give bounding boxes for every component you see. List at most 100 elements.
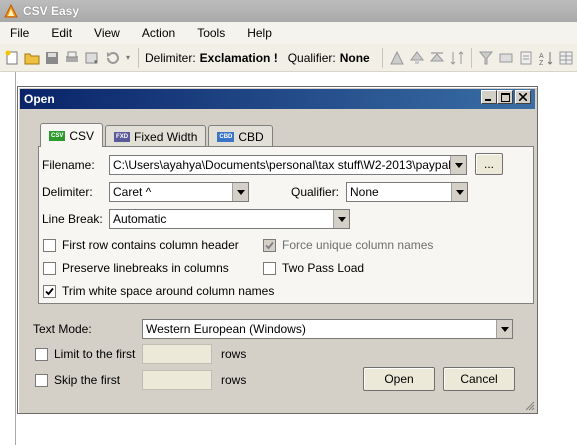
- qualifier-label: Qualifier:: [291, 185, 340, 199]
- limit-rows-checkbox[interactable]: Limit to the first: [35, 347, 135, 361]
- checkbox-box[interactable]: [43, 284, 56, 298]
- format-tabs: CSV CSV FXD Fixed Width CBD CBD: [40, 123, 275, 147]
- maximize-button[interactable]: [497, 90, 513, 104]
- warning-icon[interactable]: [389, 50, 405, 66]
- skip-rows-input: [142, 370, 212, 390]
- menu-tools[interactable]: Tools: [197, 26, 225, 40]
- save-icon[interactable]: [44, 50, 60, 66]
- browse-button-label: ...: [483, 157, 494, 171]
- two-pass-load-checkbox[interactable]: Two Pass Load: [263, 261, 364, 275]
- close-button[interactable]: [515, 90, 531, 104]
- toolbar-qualifier-label: Qualifier:: [287, 50, 336, 65]
- line-break-combo[interactable]: Automatic: [109, 209, 350, 229]
- trim-whitespace-checkbox[interactable]: Trim white space around column names: [43, 284, 274, 298]
- text-mode-combo[interactable]: Western European (Windows): [142, 319, 513, 339]
- column-width-icon[interactable]: [498, 50, 514, 66]
- limit-rows-input: [142, 344, 212, 364]
- fixed-width-icon: FXD: [114, 131, 131, 142]
- line-break-value: Automatic: [113, 212, 167, 226]
- tab-csv[interactable]: CSV CSV: [40, 123, 104, 147]
- menu-edit[interactable]: Edit: [51, 26, 72, 40]
- cbd-icon: CBD: [217, 131, 235, 142]
- checkbox-box[interactable]: [35, 373, 48, 387]
- tab-csv-label: CSV: [69, 128, 95, 143]
- force-unique-checkbox: Force unique column names: [263, 238, 433, 252]
- preserve-linebreaks-checkbox[interactable]: Preserve linebreaks in columns: [43, 261, 229, 275]
- delimiter-combo[interactable]: Caret ^: [109, 182, 249, 202]
- svg-text:▾: ▾: [94, 59, 98, 66]
- chevron-down-icon[interactable]: [232, 183, 248, 201]
- toolbar: ▾ ▾ Delimiter: Exclamation ! Qualifier: …: [0, 44, 577, 72]
- csv-options-panel: Filename: C:\Users\ayahya\Documents\pers…: [38, 146, 534, 304]
- undo-icon[interactable]: [104, 50, 120, 66]
- dialog-title-bar[interactable]: Open: [20, 89, 535, 109]
- resize-grip-icon[interactable]: [523, 399, 535, 411]
- print-preview-icon[interactable]: ▾: [84, 50, 100, 66]
- app-title: CSV Easy: [23, 4, 80, 18]
- dropdown-arrow-icon[interactable]: ▾: [124, 50, 132, 66]
- chevron-down-icon[interactable]: [450, 156, 466, 174]
- skip-rows-label: Skip the first: [54, 373, 121, 387]
- toolbar-separator: [138, 47, 139, 68]
- filename-value: C:\Users\ayahya\Documents\personal\tax s…: [113, 158, 450, 172]
- minimize-icon: [485, 99, 491, 101]
- cancel-button[interactable]: Cancel: [443, 367, 515, 391]
- open-dialog: Open CSV CSV FXD Fixed Width CBD CBD Fil…: [17, 86, 538, 414]
- chevron-down-icon[interactable]: [451, 183, 467, 201]
- toolbar-separator: [381, 47, 383, 68]
- app-workspace-edge: [0, 72, 16, 445]
- browse-button[interactable]: ...: [475, 153, 503, 175]
- menu-bar: File Edit View Action Tools Help: [0, 22, 577, 44]
- minimize-button[interactable]: [481, 90, 497, 104]
- checkbox-box[interactable]: [43, 238, 56, 252]
- line-break-label: Line Break:: [42, 212, 103, 226]
- csv-icon: CSV: [49, 130, 66, 141]
- text-mode-label: Text Mode:: [33, 322, 92, 336]
- chevron-down-icon[interactable]: [333, 210, 349, 228]
- maximize-icon: [500, 92, 510, 102]
- tab-cbd-label: CBD: [238, 129, 264, 144]
- preserve-linebreaks-label: Preserve linebreaks in columns: [62, 261, 229, 275]
- tab-fixed-width-label: Fixed Width: [134, 129, 198, 144]
- checkbox-box[interactable]: [43, 261, 56, 275]
- sort-az-icon[interactable]: AZ: [538, 50, 554, 66]
- toolbar-delimiter-label: Delimiter:: [145, 50, 196, 65]
- tab-cbd[interactable]: CBD CBD: [208, 125, 273, 147]
- menu-help[interactable]: Help: [247, 26, 272, 40]
- tab-fixed-width[interactable]: FXD Fixed Width: [105, 125, 207, 147]
- skip-rows-checkbox[interactable]: Skip the first: [35, 373, 120, 387]
- force-unique-label: Force unique column names: [282, 238, 434, 252]
- move-top-icon[interactable]: [429, 50, 445, 66]
- filename-combo[interactable]: C:\Users\ayahya\Documents\personal\tax s…: [109, 155, 467, 175]
- filter-icon[interactable]: [478, 50, 494, 66]
- delimiter-label: Delimiter:: [42, 185, 93, 199]
- csv-easy-logo-icon: [4, 4, 18, 18]
- checkbox-box[interactable]: [263, 261, 276, 275]
- app-title-bar: CSV Easy: [0, 0, 577, 22]
- print-icon[interactable]: [64, 50, 80, 66]
- toolbar-qualifier-value[interactable]: None: [340, 51, 370, 65]
- menu-action[interactable]: Action: [142, 26, 175, 40]
- grid-icon[interactable]: [558, 50, 574, 66]
- chevron-down-icon[interactable]: [496, 320, 512, 338]
- checkbox-box[interactable]: [35, 347, 48, 361]
- dialog-title: Open: [24, 92, 55, 106]
- menu-view[interactable]: View: [94, 26, 120, 40]
- first-row-header-label: First row contains column header: [62, 238, 239, 252]
- qualifier-combo[interactable]: None: [346, 182, 468, 202]
- sort-icon[interactable]: [449, 50, 465, 66]
- toolbar-delimiter-value[interactable]: Exclamation !: [200, 51, 278, 65]
- menu-file[interactable]: File: [10, 26, 29, 40]
- open-button-label: Open: [384, 372, 414, 386]
- checkmark-icon: [265, 241, 274, 249]
- first-row-header-checkbox[interactable]: First row contains column header: [43, 238, 239, 252]
- open-button[interactable]: Open: [363, 367, 435, 391]
- qualifier-value: None: [350, 185, 379, 199]
- delimiter-value: Caret ^: [113, 185, 152, 199]
- checkmark-icon: [45, 287, 54, 295]
- svg-text:Z: Z: [539, 60, 544, 66]
- move-up-icon[interactable]: [409, 50, 425, 66]
- open-folder-icon[interactable]: [24, 50, 40, 66]
- sort-ascending-icon[interactable]: [518, 50, 534, 66]
- new-file-icon[interactable]: [4, 50, 20, 66]
